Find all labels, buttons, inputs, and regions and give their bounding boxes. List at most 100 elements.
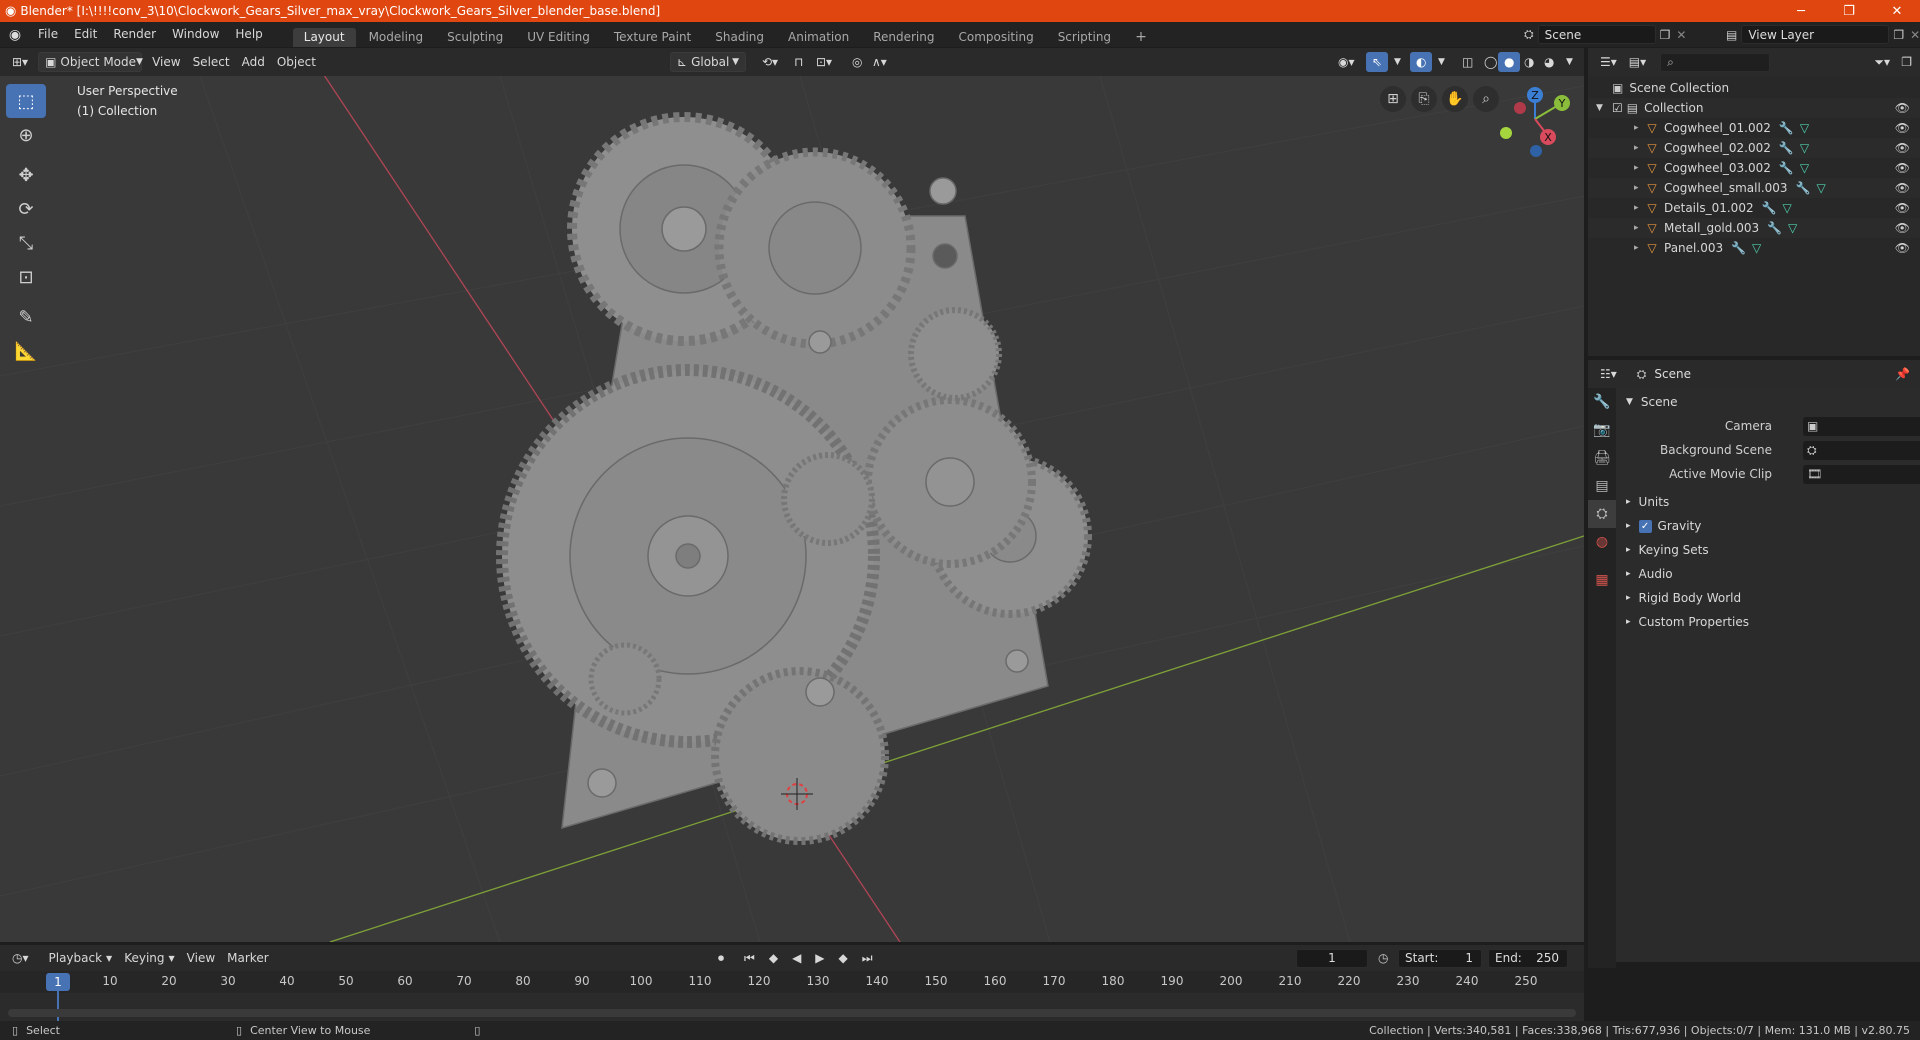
eye-icon[interactable]: 👁 xyxy=(1895,221,1910,235)
menu-object[interactable]: Object xyxy=(271,52,322,72)
modifier-wrench-icon[interactable]: 🔧 xyxy=(1779,141,1794,155)
transform-icon[interactable]: ⊡ xyxy=(6,260,46,294)
expand-arrow-icon[interactable]: ▸ xyxy=(1634,203,1644,213)
tab-rendering[interactable]: Rendering xyxy=(862,28,945,47)
modifier-wrench-icon[interactable]: 🔧 xyxy=(1796,181,1811,195)
mesh-data-icon[interactable]: ▽ xyxy=(1752,241,1761,255)
mesh-data-icon[interactable]: ▽ xyxy=(1817,181,1826,195)
menu-view[interactable]: View xyxy=(146,52,186,72)
gizmo-neg-z[interactable] xyxy=(1530,145,1542,157)
gravity-panel[interactable]: ▸ ✓ Gravity xyxy=(1618,514,1920,538)
snap-icon[interactable]: ⊓ xyxy=(788,52,809,72)
menu-window[interactable]: Window xyxy=(164,22,227,47)
tree-object[interactable]: ▸ ▽ Metall_gold.003 🔧 ▽ 👁 xyxy=(1588,218,1920,238)
menu-render[interactable]: Render xyxy=(105,22,164,47)
camera-view-icon[interactable]: ⎘ xyxy=(1411,86,1437,112)
tab-sculpting[interactable]: Sculpting xyxy=(436,28,514,47)
keying-menu[interactable]: Keying ▼ xyxy=(118,948,180,968)
end-frame-field[interactable]: End: 250 xyxy=(1488,948,1568,968)
expand-arrow-icon[interactable]: ▸ xyxy=(1634,143,1644,153)
tree-object[interactable]: ▸ ▽ Panel.003 🔧 ▽ 👁 xyxy=(1588,238,1920,258)
editor-type-icon[interactable]: ⊞▾ xyxy=(6,52,34,72)
record-icon[interactable]: ⏺ xyxy=(712,948,730,968)
measure-icon[interactable]: 📐 xyxy=(6,334,46,368)
minimize-button[interactable]: ─ xyxy=(1778,0,1824,22)
outliner-search-input[interactable]: ⌕ xyxy=(1660,52,1771,72)
orientation-dropdown[interactable]: ⊾ Global ▼ xyxy=(670,52,746,72)
expand-arrow-icon[interactable]: ▼ xyxy=(1596,103,1608,113)
eye-icon[interactable]: 👁 xyxy=(1895,181,1910,195)
tab-shading[interactable]: Shading xyxy=(704,28,775,47)
pan-hand-icon[interactable]: ✋ xyxy=(1442,86,1468,112)
next-keyframe-icon[interactable]: ◆ xyxy=(833,948,854,968)
audio-panel[interactable]: ▸ Audio xyxy=(1618,562,1920,586)
tab-modeling[interactable]: Modeling xyxy=(358,28,435,47)
tab-scripting[interactable]: Scripting xyxy=(1047,28,1122,47)
gizmo-dropdown-icon[interactable]: ▼ xyxy=(1388,52,1407,72)
modifier-wrench-icon[interactable]: 🔧 xyxy=(1779,161,1794,175)
tree-object[interactable]: ▸ ▽ Cogwheel_small.003 🔧 ▽ 👁 xyxy=(1588,178,1920,198)
jump-start-icon[interactable]: ⏮ xyxy=(738,948,761,968)
active-movie-clip-field[interactable]: 🎞 xyxy=(1803,464,1920,484)
scene-tab-icon[interactable]: ⛭ xyxy=(1588,500,1616,528)
gizmo-neg-y[interactable] xyxy=(1500,127,1512,139)
filter-icon[interactable]: ⏷▾ xyxy=(1868,52,1896,72)
annotate-icon[interactable]: ✎ xyxy=(6,300,46,334)
jump-end-icon[interactable]: ⏭ xyxy=(856,948,879,968)
mesh-data-icon[interactable]: ▽ xyxy=(1800,161,1809,175)
new-view-layer-icon[interactable]: ❐ xyxy=(1893,28,1904,42)
camera-field[interactable]: ▣ ✐ xyxy=(1803,416,1920,436)
tree-object[interactable]: ▸ ▽ Cogwheel_02.002 🔧 ▽ 👁 xyxy=(1588,138,1920,158)
view-layer-tab-icon[interactable]: ▤ xyxy=(1588,472,1616,500)
menu-add[interactable]: Add xyxy=(236,52,271,72)
view-layer-selector[interactable]: View Layer xyxy=(1741,25,1890,44)
xray-icon[interactable]: ◫ xyxy=(1456,52,1479,72)
scene-selector[interactable]: Scene xyxy=(1537,25,1656,44)
timeline[interactable]: 1 10 20 30 40 50 60 70 80 90 100 110 120 130 140 150 16… xyxy=(0,971,1584,1021)
tab-animation[interactable]: Animation xyxy=(777,28,860,47)
menu-file[interactable]: File xyxy=(30,22,66,47)
close-button[interactable]: ✕ xyxy=(1874,0,1920,22)
new-scene-icon[interactable]: ❐ xyxy=(1660,28,1671,42)
blender-menu-icon[interactable]: ◉ xyxy=(0,27,30,43)
select-box-icon[interactable]: ⬚ xyxy=(6,84,46,118)
mode-dropdown[interactable]: ▣ Object Mode ▼ xyxy=(38,52,143,72)
menu-select[interactable]: Select xyxy=(187,52,236,72)
toggle-ortho-icon[interactable]: ⊞ xyxy=(1380,86,1406,112)
delete-view-layer-icon[interactable]: ✕ xyxy=(1910,28,1920,42)
shading-dropdown-icon[interactable]: ▼ xyxy=(1560,52,1579,72)
expand-arrow-icon[interactable]: ▸ xyxy=(1634,123,1644,133)
new-collection-icon[interactable]: ❐ xyxy=(1895,52,1918,72)
zoom-icon[interactable]: ⌕ xyxy=(1473,86,1499,112)
tool-settings-tab-icon[interactable]: 🔧 xyxy=(1588,388,1616,416)
tree-object[interactable]: ▸ ▽ Details_01.002 🔧 ▽ 👁 xyxy=(1588,198,1920,218)
timeline-view-menu[interactable]: View xyxy=(181,948,221,968)
units-panel[interactable]: ▸ Units xyxy=(1618,490,1920,514)
pin-icon[interactable]: 📌 xyxy=(1895,367,1910,381)
gravity-checkbox[interactable]: ✓ xyxy=(1638,519,1652,533)
gizmo-neg-x[interactable] xyxy=(1514,102,1526,114)
snap-element-icon[interactable]: ⊡▾ xyxy=(810,52,838,72)
falloff-icon[interactable]: ∧▾ xyxy=(866,52,893,72)
tab-uv-editing[interactable]: UV Editing xyxy=(516,28,601,47)
tree-object[interactable]: ▸ ▽ Cogwheel_01.002 🔧 ▽ 👁 xyxy=(1588,118,1920,138)
clock-icon[interactable]: ◷ xyxy=(1378,951,1388,965)
scene-section-header[interactable]: ▼ Scene xyxy=(1618,390,1920,414)
eye-icon[interactable]: 👁 xyxy=(1895,161,1910,175)
play-icon[interactable]: ▶ xyxy=(809,948,830,968)
expand-arrow-icon[interactable]: ▸ xyxy=(1634,163,1644,173)
mesh-data-icon[interactable]: ▽ xyxy=(1783,201,1792,215)
tab-layout[interactable]: Layout xyxy=(292,28,356,47)
tree-object[interactable]: ▸ ▽ Cogwheel_03.002 🔧 ▽ 👁 xyxy=(1588,158,1920,178)
scale-icon[interactable]: ⤡ xyxy=(6,226,46,260)
eye-icon[interactable]: 👁 xyxy=(1895,201,1910,215)
mesh-data-icon[interactable]: ▽ xyxy=(1788,221,1797,235)
expand-arrow-icon[interactable]: ▸ xyxy=(1634,243,1644,253)
render-tab-icon[interactable]: 📷 xyxy=(1588,416,1616,444)
display-mode-icon[interactable]: ▤▾ xyxy=(1623,52,1652,72)
eye-icon[interactable]: 👁 xyxy=(1895,141,1910,155)
playback-menu[interactable]: Playback ▼ xyxy=(43,948,119,968)
texture-tab-icon[interactable]: ▦ xyxy=(1588,566,1616,594)
mesh-data-icon[interactable]: ▽ xyxy=(1800,121,1809,135)
tab-compositing[interactable]: Compositing xyxy=(947,28,1044,47)
